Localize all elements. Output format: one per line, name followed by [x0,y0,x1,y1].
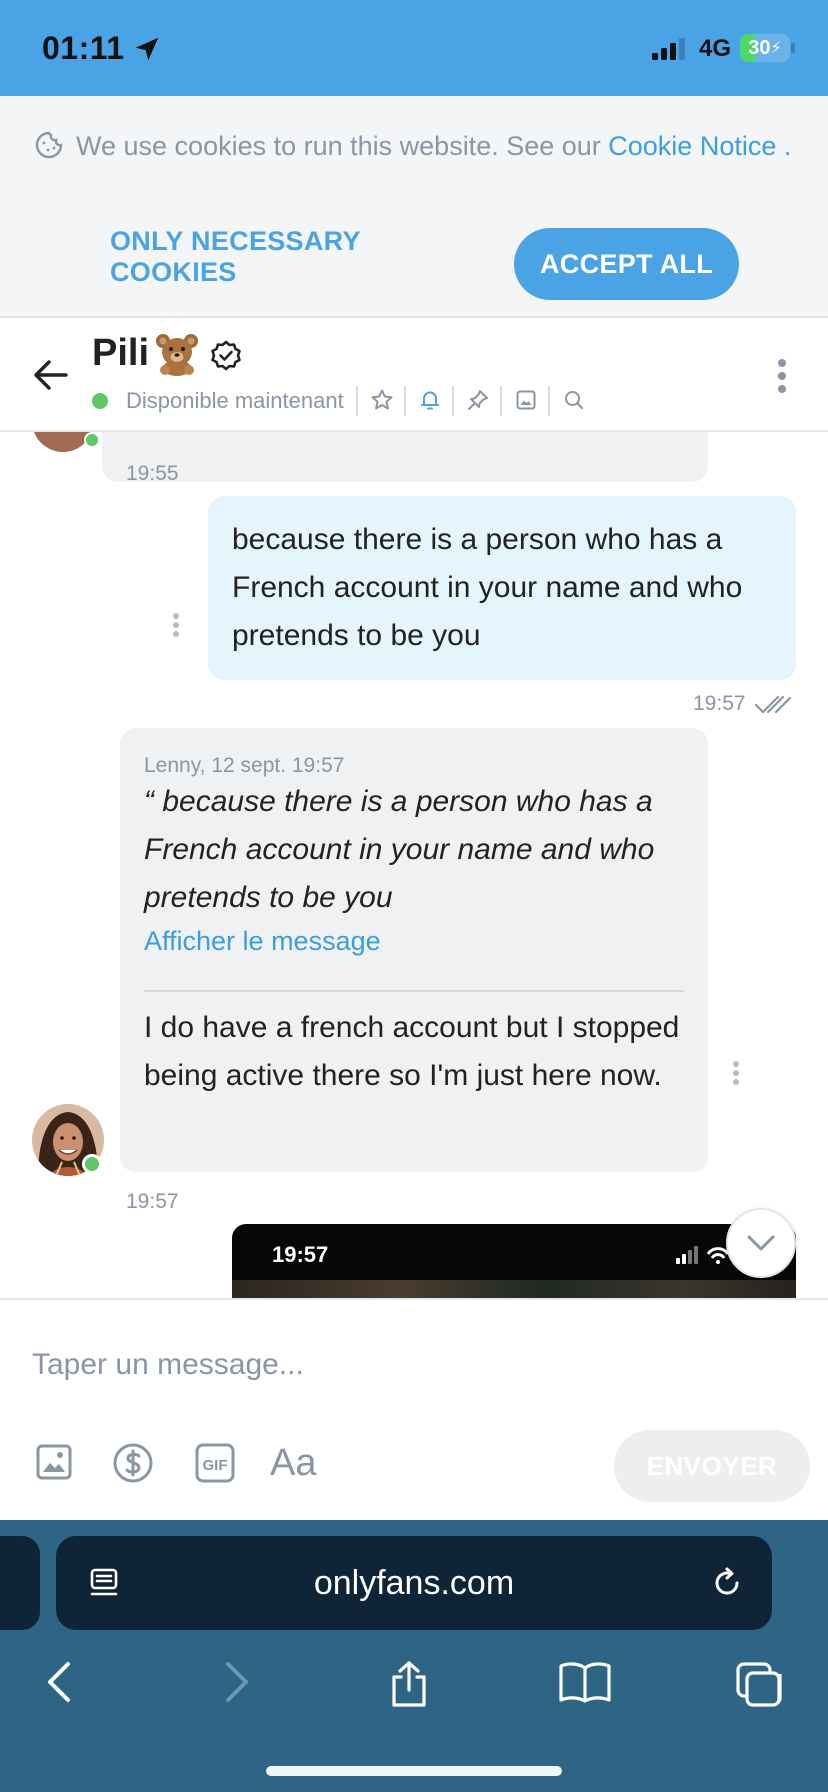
status-bar: 01:11 4G 30 ⚡ [0,0,828,96]
more-vertical-icon[interactable] [776,358,788,399]
message-options-icon[interactable] [732,1060,740,1091]
share-icon[interactable] [386,1660,432,1713]
quote-divider [144,990,684,992]
message-timestamp: 19:57 [693,692,746,715]
message-options-icon[interactable] [172,612,180,643]
online-status-dot [92,393,108,409]
online-status-dot [82,1154,102,1174]
cookie-banner: We use cookies to run this website. See … [0,96,828,318]
url-text: onlyfans.com [313,1563,515,1602]
incoming-message-text: I do have a french account but I stopped… [144,1011,680,1092]
online-status-dot [84,432,100,448]
incoming-message-bubble[interactable]: Lenny, 12 sept. 19:57 “ because there is… [120,728,708,1172]
star-icon[interactable] [370,388,394,417]
scroll-to-bottom-button[interactable] [726,1208,796,1278]
outgoing-message-text: because there is a person who has a Fren… [232,523,743,652]
accept-all-cookies-button[interactable]: ACCEPT ALL [514,228,739,300]
send-button[interactable]: ENVOYER [614,1430,810,1502]
back-icon[interactable] [40,1660,80,1709]
message-timestamp: 19:57 [126,1190,179,1213]
tabs-icon[interactable] [734,1660,784,1713]
browser-toolbar: onlyfans.com [0,1520,828,1792]
network-type: 4G [699,35,732,62]
back-arrow-icon[interactable] [32,356,70,399]
header-divider [500,386,502,416]
cookie-message-suffix: . [776,131,792,161]
location-arrow-icon [132,34,162,69]
reload-icon[interactable] [710,1566,744,1605]
pin-icon[interactable] [466,388,490,417]
cookie-message-text: We use cookies to run this website. See … [76,131,609,161]
availability-status: Disponible maintenant [126,388,344,413]
bell-icon[interactable] [418,388,442,417]
battery-label: 30 ⚡ [748,36,782,59]
teddy-bear-emoji [154,332,200,381]
message-input[interactable] [32,1340,792,1390]
text-format-button[interactable]: Aa [270,1442,316,1485]
message-composer: GIF Aa ENVOYER [0,1298,828,1520]
quoted-message-meta: Lenny, 12 sept. 19:57 [144,754,345,777]
verified-badge-icon [210,340,242,377]
image-icon[interactable] [514,388,538,417]
header-divider [548,386,550,416]
image-attachment[interactable]: 19:57 [232,1224,796,1298]
chevron-down-icon [747,1235,775,1251]
home-indicator [266,1766,562,1776]
search-icon[interactable] [562,388,586,417]
signal-bars-icon [652,38,692,65]
forward-icon[interactable] [216,1660,256,1709]
header-divider [404,386,406,416]
dollar-icon[interactable] [112,1442,154,1489]
contact-name[interactable]: Pili [92,332,149,375]
gif-icon[interactable]: GIF [194,1442,236,1489]
show-message-link[interactable]: Afficher le message [144,926,381,957]
message-timestamp: 19:55 [126,462,179,485]
battery-charging-icon: 30 ⚡ [740,34,790,62]
quoted-message-text: “ because there is a person who has a Fr… [144,785,655,914]
header-divider [356,386,358,416]
image-icon[interactable] [34,1442,74,1487]
bookmarks-icon[interactable] [558,1660,612,1709]
double-check-read-icon [754,694,792,721]
previous-message-bubble [102,432,708,482]
chat-header: Pili Disponible maintenant [0,320,828,432]
cookie-message: We use cookies to run this website. See … [32,126,792,166]
message-list[interactable]: 19:55 because there is a person who has … [0,432,828,1298]
outgoing-message-bubble[interactable]: because there is a person who has a Fren… [208,496,796,680]
previous-tab-peek[interactable] [0,1536,40,1630]
header-divider [452,386,454,416]
svg-text:GIF: GIF [203,1457,228,1474]
attachment-status-time: 19:57 [272,1242,329,1267]
only-necessary-cookies-button[interactable]: ONLY NECESSARY COOKIES [110,226,486,287]
address-bar[interactable]: onlyfans.com [56,1536,772,1630]
attachment-photo-strip [232,1280,796,1298]
battery-nub [791,43,795,53]
cookie-notice-link[interactable]: Cookie Notice [608,131,776,161]
status-time: 01:11 [42,30,125,66]
